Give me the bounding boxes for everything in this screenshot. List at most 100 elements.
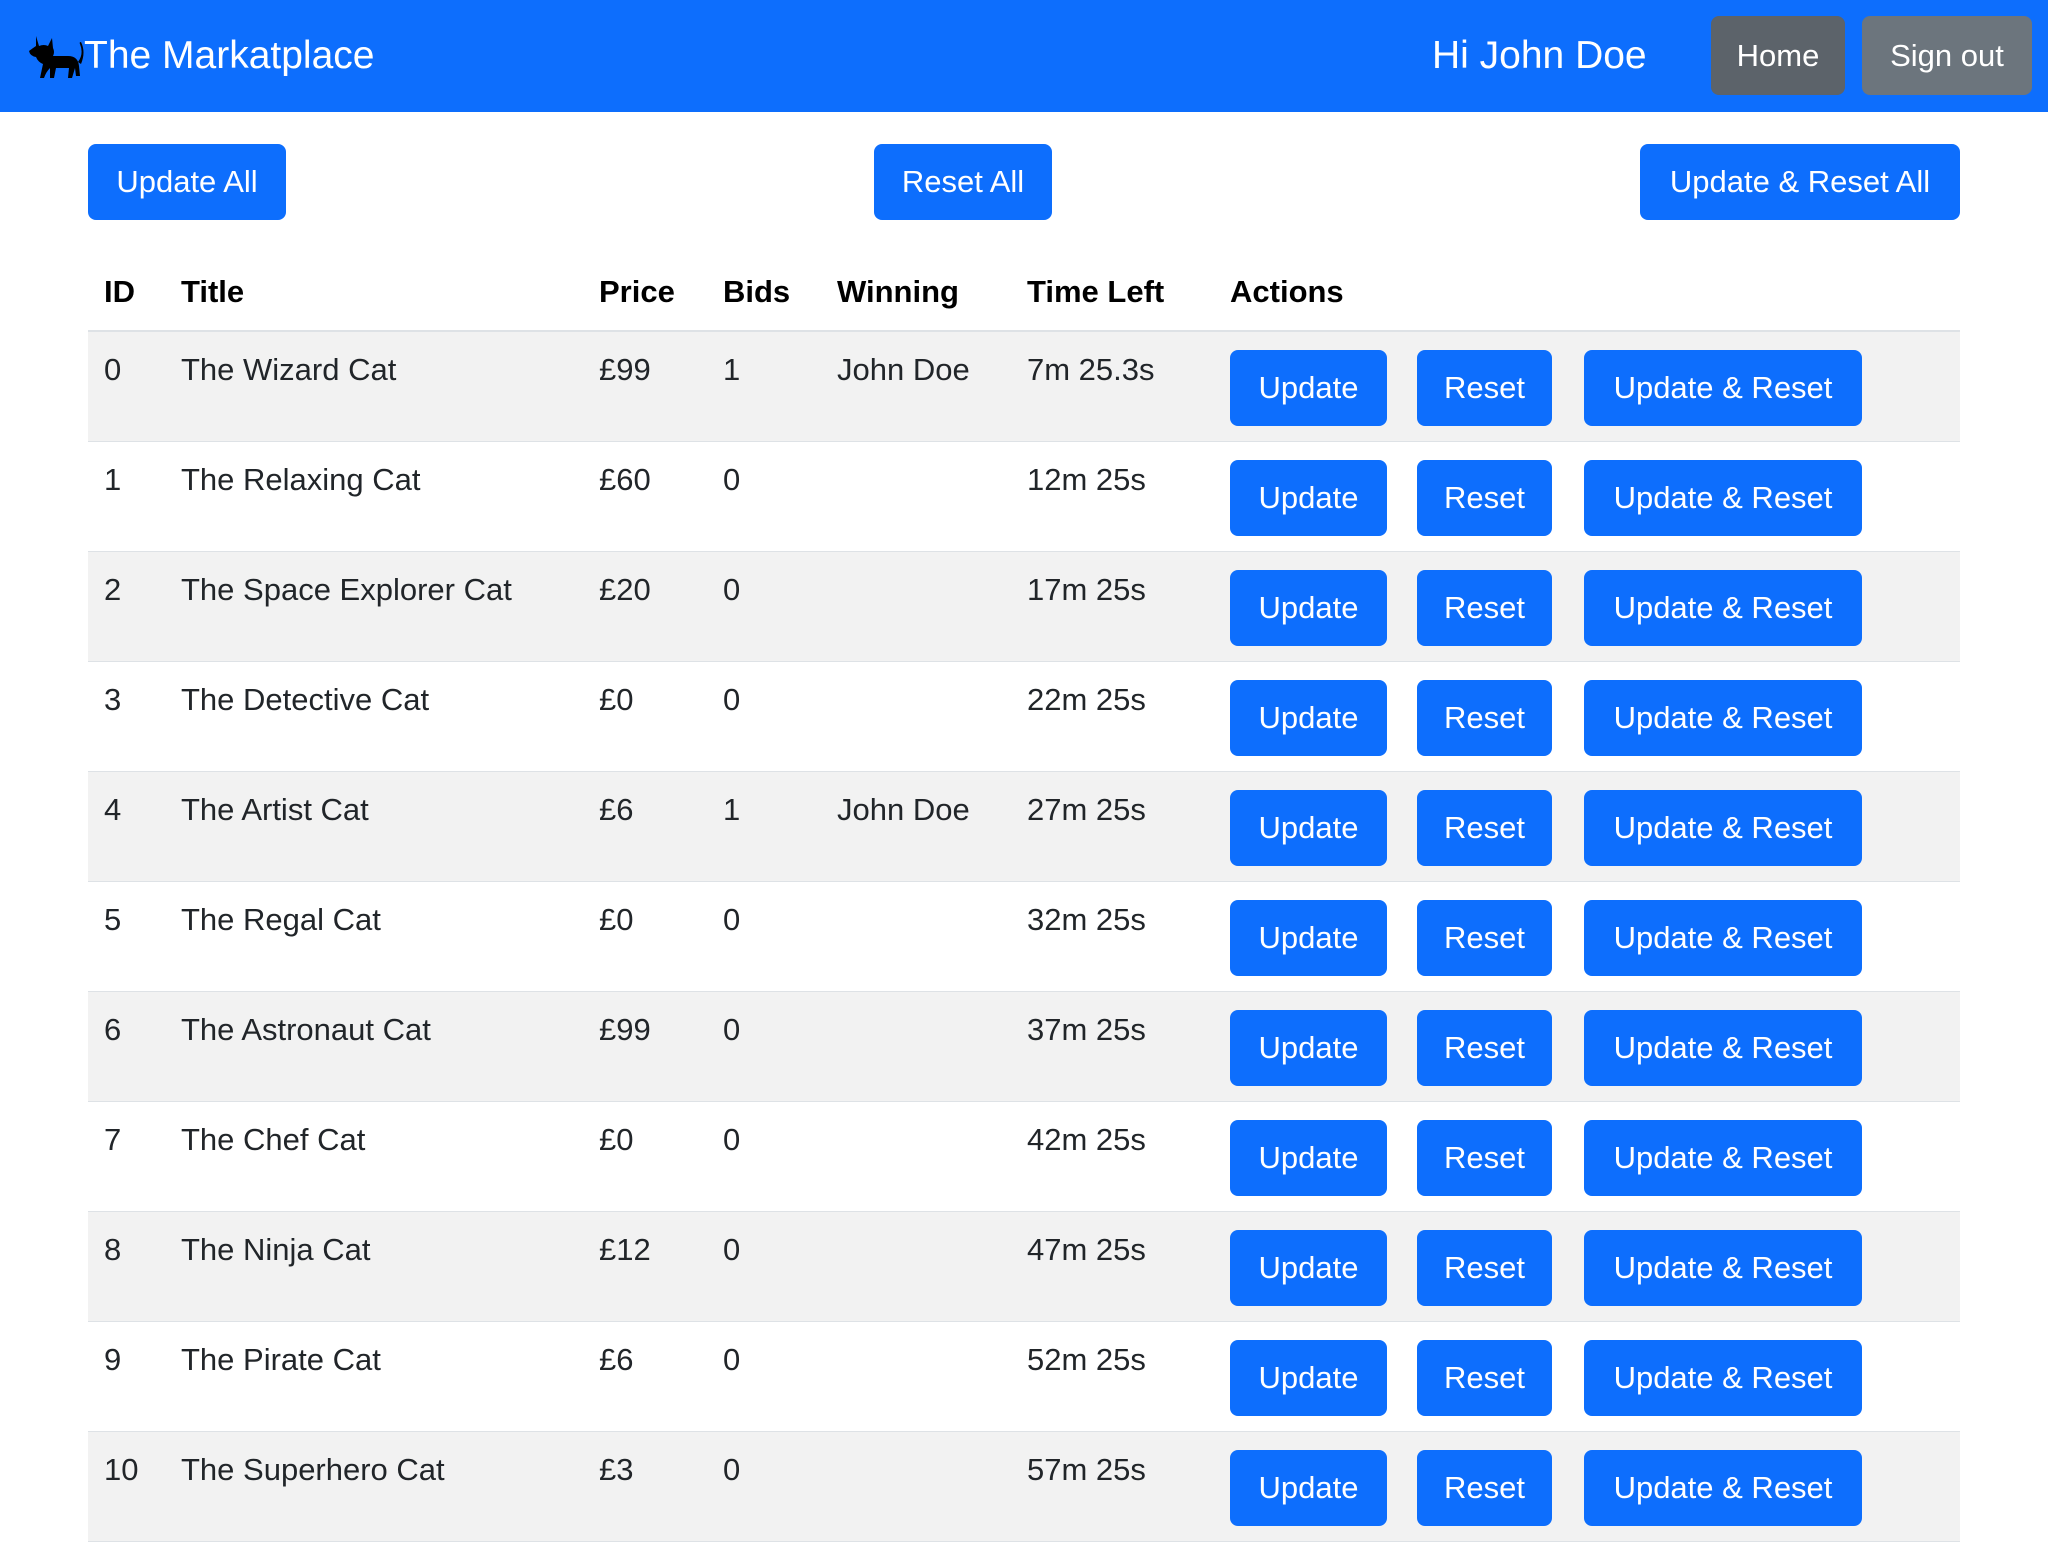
cell-id: 9 <box>104 1342 122 1377</box>
brand-name[interactable]: The Markatplace <box>84 30 374 82</box>
reset-all-button[interactable]: Reset All <box>874 144 1052 220</box>
cell-id: 5 <box>104 902 122 937</box>
update-reset-button[interactable]: Update & Reset <box>1584 1340 1862 1416</box>
reset-button[interactable]: Reset <box>1417 1230 1552 1306</box>
cell-bids: 0 <box>723 572 741 607</box>
cell-time-left: 12m 25s <box>1027 462 1146 497</box>
update-reset-button[interactable]: Update & Reset <box>1584 1230 1862 1306</box>
home-button[interactable]: Home <box>1711 16 1845 95</box>
table-row: 2 The Space Explorer Cat £20 0 17m 25s Update… <box>88 552 1960 662</box>
update-button[interactable]: Update <box>1230 460 1387 536</box>
cell-winning: John Doe <box>837 352 970 387</box>
cell-price: £60 <box>599 462 651 497</box>
update-reset-button[interactable]: Update & Reset <box>1584 680 1862 756</box>
table-row: 9 The Pirate Cat £6 0 52m 25s Update Reset Upda… <box>88 1322 1960 1432</box>
cell-title: The Chef Cat <box>181 1122 366 1157</box>
reset-button[interactable]: Reset <box>1417 1120 1552 1196</box>
update-reset-all-button[interactable]: Update & Reset All <box>1640 144 1960 220</box>
reset-button[interactable]: Reset <box>1417 1340 1552 1416</box>
cell-title: The Pirate Cat <box>181 1342 381 1377</box>
update-button[interactable]: Update <box>1230 570 1387 646</box>
update-reset-button[interactable]: Update & Reset <box>1584 570 1862 646</box>
header-price: Price <box>599 274 675 309</box>
cell-price: £6 <box>599 1342 634 1377</box>
update-reset-button[interactable]: Update & Reset <box>1584 1010 1862 1086</box>
cell-id: 1 <box>104 462 122 497</box>
reset-button[interactable]: Reset <box>1417 900 1552 976</box>
cell-title: The Ninja Cat <box>181 1232 371 1267</box>
cell-bids: 0 <box>723 1012 741 1047</box>
cell-title: The Wizard Cat <box>181 352 397 387</box>
table-row: 0 The Wizard Cat £99 1 John Doe 7m 25.3s Updat… <box>88 332 1960 442</box>
sign-out-button[interactable]: Sign out <box>1862 16 2032 95</box>
navbar: The Markatplace Hi John Doe Home Sign ou… <box>0 0 2048 112</box>
cell-title: The Space Explorer Cat <box>181 572 512 607</box>
cell-time-left: 7m 25.3s <box>1027 352 1155 387</box>
update-reset-button[interactable]: Update & Reset <box>1584 1120 1862 1196</box>
update-button[interactable]: Update <box>1230 350 1387 426</box>
cell-time-left: 47m 25s <box>1027 1232 1146 1267</box>
cell-title: The Astronaut Cat <box>181 1012 431 1047</box>
cell-bids: 0 <box>723 902 741 937</box>
cell-bids: 0 <box>723 1342 741 1377</box>
update-reset-button[interactable]: Update & Reset <box>1584 350 1862 426</box>
auctions-table: ID Title Price Bids Winning Time Left Ac… <box>88 252 1960 1542</box>
update-button[interactable]: Update <box>1230 1010 1387 1086</box>
cell-time-left: 37m 25s <box>1027 1012 1146 1047</box>
update-button[interactable]: Update <box>1230 1120 1387 1196</box>
table-row: 3 The Detective Cat £0 0 22m 25s Update Reset U… <box>88 662 1960 772</box>
header-time-left: Time Left <box>1027 274 1165 309</box>
cell-bids: 0 <box>723 1232 741 1267</box>
table-row: 4 The Artist Cat £6 1 John Doe 27m 25s Update R… <box>88 772 1960 882</box>
reset-button[interactable]: Reset <box>1417 1450 1552 1526</box>
cell-bids: 0 <box>723 682 741 717</box>
table-header: ID Title Price Bids Winning Time Left Ac… <box>88 252 1960 332</box>
cell-bids: 0 <box>723 1122 741 1157</box>
reset-button[interactable]: Reset <box>1417 1010 1552 1086</box>
cell-title: The Artist Cat <box>181 792 369 827</box>
user-greeting: Hi John Doe <box>1432 34 1647 77</box>
cell-id: 4 <box>104 792 122 827</box>
cell-price: £0 <box>599 1122 634 1157</box>
table-row: 10 The Superhero Cat £3 0 57m 25s Update Reset… <box>88 1432 1960 1542</box>
cell-time-left: 32m 25s <box>1027 902 1146 937</box>
update-reset-button[interactable]: Update & Reset <box>1584 900 1862 976</box>
reset-button[interactable]: Reset <box>1417 460 1552 536</box>
cell-title: The Relaxing Cat <box>181 462 421 497</box>
update-reset-button[interactable]: Update & Reset <box>1584 1450 1862 1526</box>
table-row: 1 The Relaxing Cat £60 0 12m 25s Update Reset U… <box>88 442 1960 552</box>
update-reset-button[interactable]: Update & Reset <box>1584 790 1862 866</box>
table-body: 0 The Wizard Cat £99 1 John Doe 7m 25.3s Updat… <box>88 332 1960 1542</box>
update-button[interactable]: Update <box>1230 1340 1387 1416</box>
update-button[interactable]: Update <box>1230 680 1387 756</box>
header-winning: Winning <box>837 274 959 309</box>
cell-bids: 0 <box>723 1452 741 1487</box>
cell-time-left: 52m 25s <box>1027 1342 1146 1377</box>
cell-time-left: 27m 25s <box>1027 792 1146 827</box>
header-id: ID <box>104 274 135 309</box>
cell-time-left: 42m 25s <box>1027 1122 1146 1157</box>
update-button[interactable]: Update <box>1230 900 1387 976</box>
cell-price: £6 <box>599 792 634 827</box>
reset-button[interactable]: Reset <box>1417 680 1552 756</box>
reset-button[interactable]: Reset <box>1417 350 1552 426</box>
cell-title: The Detective Cat <box>181 682 430 717</box>
reset-button[interactable]: Reset <box>1417 790 1552 866</box>
update-button[interactable]: Update <box>1230 790 1387 866</box>
cell-price: £12 <box>599 1232 651 1267</box>
update-reset-button[interactable]: Update & Reset <box>1584 460 1862 536</box>
cell-id: 6 <box>104 1012 122 1047</box>
update-button[interactable]: Update <box>1230 1450 1387 1526</box>
update-all-button[interactable]: Update All <box>88 144 286 220</box>
cat-logo-icon[interactable] <box>22 32 84 84</box>
reset-button[interactable]: Reset <box>1417 570 1552 646</box>
update-button[interactable]: Update <box>1230 1230 1387 1306</box>
cell-winning: John Doe <box>837 792 970 827</box>
header-bids: Bids <box>723 274 791 309</box>
cell-id: 2 <box>104 572 122 607</box>
table-row: 7 The Chef Cat £0 0 42m 25s Update Reset Update… <box>88 1102 1960 1212</box>
cell-title: The Superhero Cat <box>181 1452 445 1487</box>
table-row: 5 The Regal Cat £0 0 32m 25s Update Reset Updat… <box>88 882 1960 992</box>
cell-time-left: 22m 25s <box>1027 682 1146 717</box>
cell-id: 7 <box>104 1122 122 1157</box>
